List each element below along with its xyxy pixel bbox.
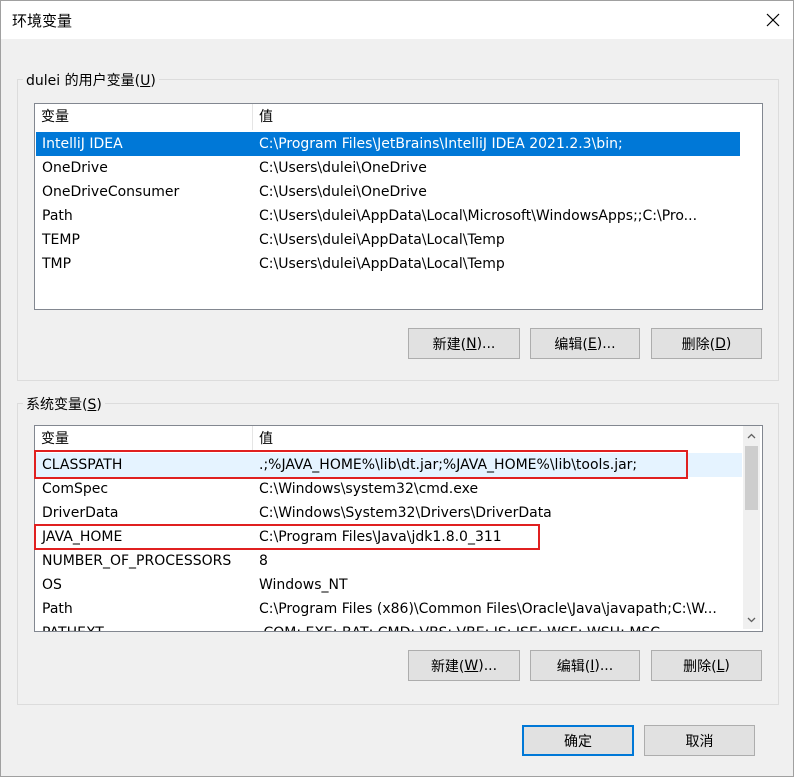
column-header-variable[interactable]: 变量 bbox=[35, 426, 251, 452]
system-edit-button[interactable]: 编辑(I)... bbox=[530, 650, 640, 681]
list-item[interactable]: PATHEXT .COM;.EXE;.BAT;.CMD;.VBS;.VBE;.J… bbox=[36, 621, 742, 631]
system-variables-label: 系统变量(S) bbox=[23, 394, 105, 414]
vertical-scrollbar[interactable] bbox=[743, 426, 760, 629]
scroll-down-button[interactable] bbox=[743, 611, 760, 628]
column-header-variable[interactable]: 变量 bbox=[35, 104, 251, 130]
list-item[interactable]: OneDrive C:\Users\dulei\OneDrive bbox=[36, 156, 740, 180]
list-item[interactable]: IntelliJ IDEA C:\Program Files\JetBrains… bbox=[36, 132, 740, 156]
list-item[interactable]: JAVA_HOME C:\Program Files\Java\jdk1.8.0… bbox=[36, 525, 742, 549]
system-new-button[interactable]: 新建(W)... bbox=[408, 650, 520, 681]
list-item[interactable]: OneDriveConsumer C:\Users\dulei\OneDrive bbox=[36, 180, 740, 204]
list-item[interactable]: CLASSPATH .;%JAVA_HOME%\lib\dt.jar;%JAVA… bbox=[36, 453, 742, 477]
user-variables-list[interactable]: 变量 值 IntelliJ IDEA C:\Program Files\JetB… bbox=[34, 103, 763, 310]
system-variables-list[interactable]: 变量 值 CLASSPATH .;%JAVA_HOME%\lib\dt.jar;… bbox=[34, 425, 763, 632]
list-header: 变量 值 bbox=[35, 104, 762, 130]
column-header-value[interactable]: 值 bbox=[253, 426, 739, 452]
chevron-up-icon bbox=[747, 433, 756, 438]
user-new-button[interactable]: 新建(N)... bbox=[408, 328, 520, 359]
list-item[interactable]: Path C:\Users\dulei\AppData\Local\Micros… bbox=[36, 204, 740, 228]
list-item[interactable]: OS Windows_NT bbox=[36, 573, 742, 597]
ok-button[interactable]: 确定 bbox=[522, 725, 634, 756]
list-item[interactable]: DriverData C:\Windows\System32\Drivers\D… bbox=[36, 501, 742, 525]
cancel-button[interactable]: 取消 bbox=[644, 725, 755, 756]
window-title: 环境变量 bbox=[12, 12, 73, 30]
title-bar: 环境变量 bbox=[1, 1, 793, 39]
scrollbar-thumb[interactable] bbox=[745, 446, 758, 510]
user-delete-button[interactable]: 删除(D) bbox=[651, 328, 762, 359]
list-item[interactable]: TEMP C:\Users\dulei\AppData\Local\Temp bbox=[36, 228, 740, 252]
list-item[interactable]: ComSpec C:\Windows\system32\cmd.exe bbox=[36, 477, 742, 501]
list-item[interactable]: TMP C:\Users\dulei\AppData\Local\Temp bbox=[36, 252, 740, 276]
environment-variables-dialog: 环境变量 dulei 的用户变量(U) 变量 值 IntelliJ IDEA C… bbox=[0, 0, 794, 777]
scroll-up-button[interactable] bbox=[743, 427, 760, 444]
system-delete-button[interactable]: 删除(L) bbox=[651, 650, 762, 681]
user-variables-label: dulei 的用户变量(U) bbox=[23, 70, 159, 90]
chevron-down-icon bbox=[747, 617, 756, 622]
column-header-value[interactable]: 值 bbox=[253, 104, 739, 130]
list-item[interactable]: Path C:\Program Files (x86)\Common Files… bbox=[36, 597, 742, 621]
close-button[interactable] bbox=[753, 1, 793, 39]
close-icon bbox=[766, 13, 780, 27]
list-item[interactable]: NUMBER_OF_PROCESSORS 8 bbox=[36, 549, 742, 573]
user-edit-button[interactable]: 编辑(E)... bbox=[530, 328, 640, 359]
list-header: 变量 值 bbox=[35, 426, 762, 452]
